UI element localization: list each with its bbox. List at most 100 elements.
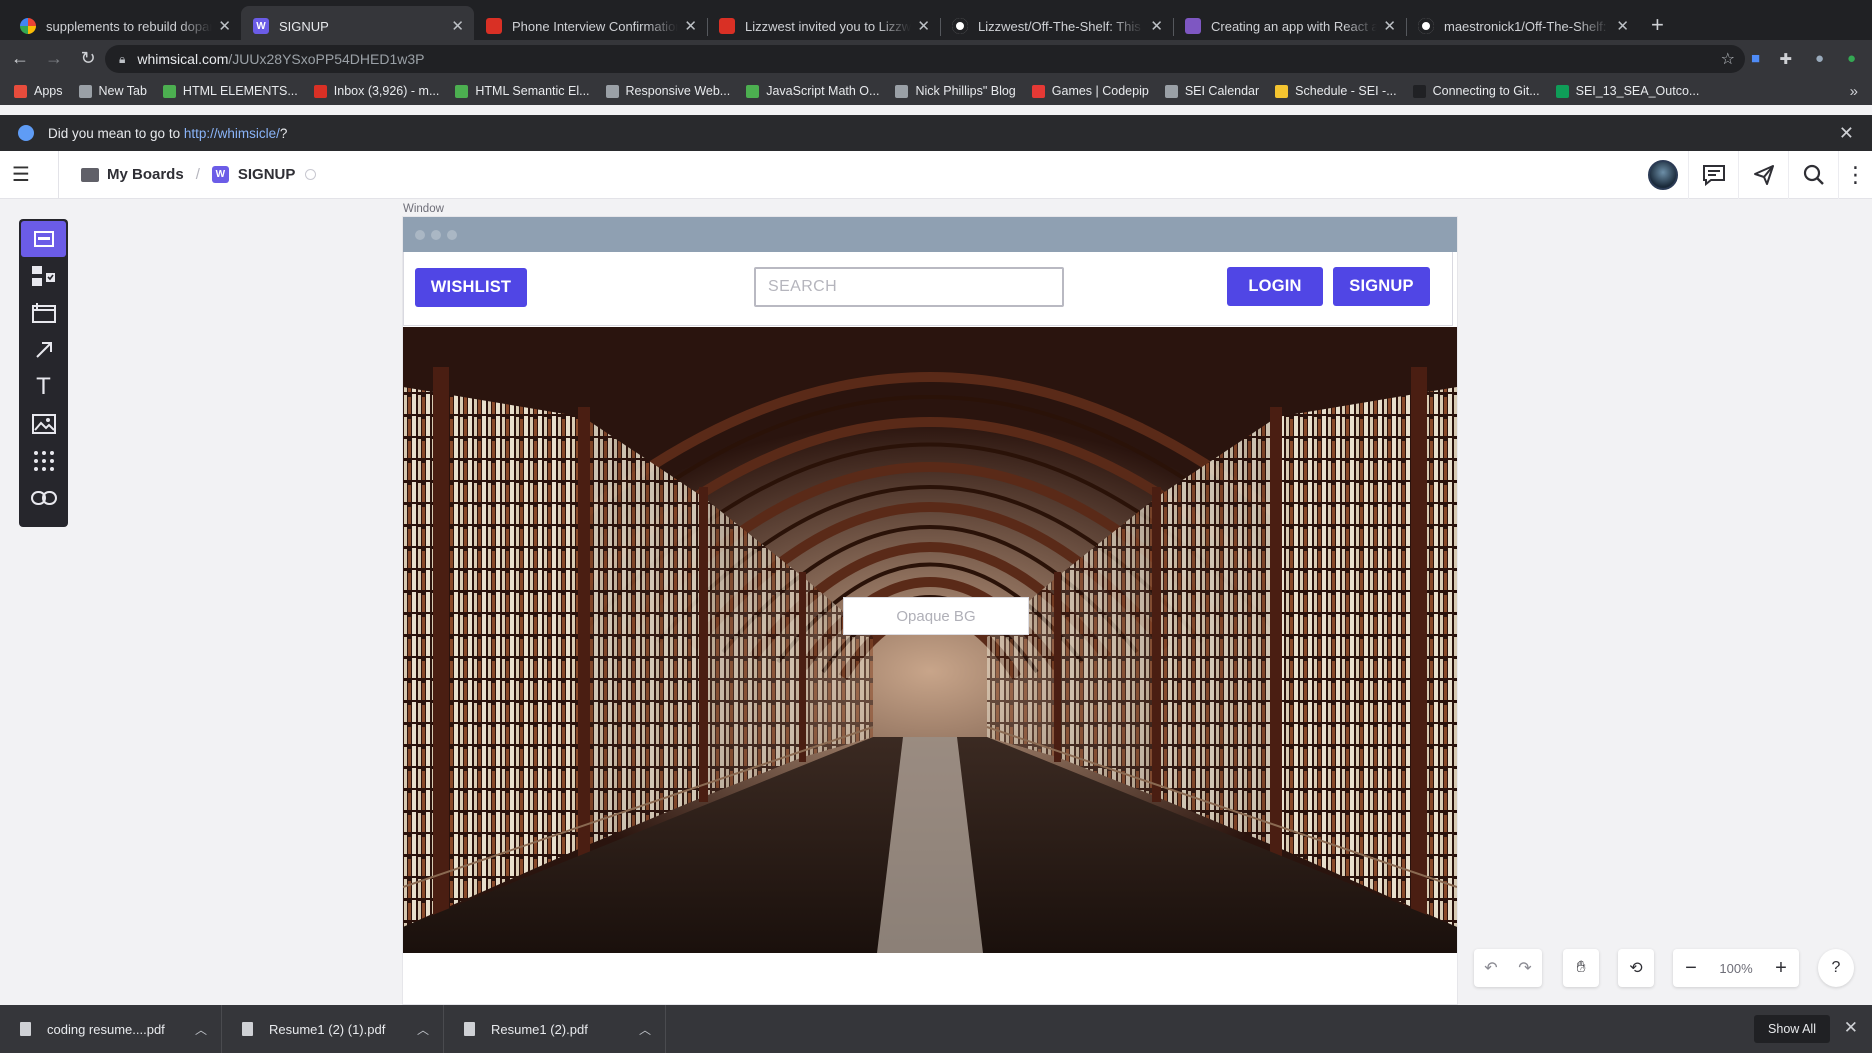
search-input[interactable]: SEARCH [754, 267, 1064, 307]
hand-tool-icon[interactable]: ✋︎ [1563, 949, 1599, 987]
puzzle-extensions-icon[interactable]: ✚ [1779, 50, 1792, 68]
breadcrumb-my-boards[interactable]: My Boards [107, 166, 184, 183]
window-dot-icon [447, 229, 457, 240]
bookmark-favicon-icon [1555, 84, 1569, 98]
bookmark-item[interactable]: Nick Phillips" Blog [895, 84, 1016, 98]
browser-toolbar: ← → ↻ 🔒︎ whimsical.com/JUUx28YSxoPP54DHE… [0, 40, 1872, 77]
bookmark-item[interactable]: HTML ELEMENTS... [162, 84, 298, 98]
close-tab-icon[interactable]: ✕ [218, 17, 231, 35]
new-tab-icon[interactable]: + [1651, 12, 1664, 38]
help-button[interactable]: ? [1818, 949, 1854, 987]
text-tool-icon[interactable]: T [21, 369, 66, 405]
bookmark-item[interactable]: SEI Calendar [1164, 84, 1260, 98]
close-tab-icon[interactable]: ✕ [917, 17, 930, 35]
comments-icon[interactable] [1688, 151, 1738, 199]
zoom-in-icon[interactable]: + [1763, 957, 1799, 980]
bookmark-label: HTML ELEMENTS... [182, 84, 298, 98]
divider [58, 150, 59, 199]
history-icon[interactable]: ⟲ [1618, 949, 1654, 987]
bookmark-item[interactable]: SEI_13_SEA_Outco... [1555, 84, 1699, 98]
tool-palette: T [19, 219, 68, 527]
back-icon[interactable]: ← [6, 48, 34, 69]
breadcrumb: My Boards / W SIGNUP [81, 166, 317, 183]
close-tab-icon[interactable]: ✕ [1383, 17, 1396, 35]
window-titlebar [403, 217, 1457, 252]
bookmark-favicon-icon [1164, 84, 1178, 98]
bookmark-item[interactable]: Connecting to Git... [1412, 84, 1540, 98]
suggested-url-link[interactable]: http://whimsicle/ [184, 126, 280, 141]
bookmark-star-icon[interactable]: ☆ [1721, 49, 1735, 69]
bookmark-item[interactable]: Schedule - SEI -... [1275, 84, 1397, 98]
wishlist-button[interactable]: WISHLIST [415, 268, 527, 307]
image-tool-icon[interactable] [21, 406, 66, 442]
tab-title: Lizzwest/Off-The-Shelf: This is [978, 18, 1145, 34]
bookmark-favicon-icon [313, 84, 327, 98]
undo-icon[interactable]: ↶ [1474, 958, 1508, 978]
window-dot-icon [431, 229, 441, 240]
globe-icon [18, 125, 34, 141]
search-icon[interactable] [1788, 151, 1838, 199]
user-avatar[interactable] [1638, 151, 1688, 199]
close-icon[interactable]: ✕ [1844, 1018, 1858, 1038]
address-bar[interactable]: 🔒︎ whimsical.com/JUUx28YSxoPP54DHED1w3P … [105, 45, 1745, 73]
link-tool-icon[interactable] [21, 480, 66, 516]
show-all-button[interactable]: Show All [1754, 1015, 1830, 1043]
board-title[interactable]: SIGNUP [238, 166, 296, 183]
chevron-up-icon[interactable]: ︿ [639, 1021, 651, 1038]
zoom-out-icon[interactable]: − [1673, 957, 1709, 980]
close-tab-icon[interactable]: ✕ [1616, 17, 1629, 35]
redo-icon[interactable]: ↷ [1508, 958, 1542, 978]
bookmark-label: Responsive Web... [625, 84, 731, 98]
bookmark-favicon-icon [14, 84, 27, 98]
reload-icon[interactable]: ↻ [74, 48, 102, 69]
wireframe-window[interactable]: WISHLIST SEARCH LOGIN SIGNUP Opaque BG [403, 217, 1457, 1004]
forward-icon[interactable]: → [40, 48, 68, 69]
opaque-bg-label[interactable]: Opaque BG [843, 597, 1029, 635]
zoom-controls: − 100% + [1673, 949, 1799, 987]
components-tool-icon[interactable] [21, 258, 66, 294]
lock-icon: 🔒︎ [119, 51, 126, 66]
bookmark-label: Schedule - SEI -... [1295, 84, 1397, 98]
signup-button[interactable]: SIGNUP [1333, 267, 1430, 306]
tab-title: SIGNUP [279, 18, 329, 34]
close-icon[interactable]: ✕ [1839, 123, 1854, 144]
more-bookmarks-icon[interactable]: » [1850, 83, 1858, 100]
file-icon [242, 1022, 253, 1036]
close-tab-icon[interactable]: ✕ [1150, 17, 1163, 35]
bookmarks-bar: Apps New Tab HTML ELEMENTS... Inbox (3,926)… [0, 77, 1872, 105]
login-button[interactable]: LOGIN [1227, 267, 1323, 306]
share-icon[interactable] [1738, 151, 1788, 199]
bookmark-label: Nick Phillips" Blog [915, 84, 1016, 98]
bookmark-label: SEI Calendar [1184, 84, 1260, 98]
bookmark-item[interactable]: JavaScript Math O... [746, 84, 879, 98]
zoom-level[interactable]: 100% [1709, 961, 1763, 976]
chevron-up-icon[interactable]: ︿ [417, 1021, 429, 1038]
bookmark-item[interactable]: Apps [14, 84, 63, 98]
sidebar-toggle-icon[interactable]: ☰ [12, 162, 40, 187]
download-item[interactable]: coding resume....pdf ︿ [0, 1005, 222, 1053]
bookmark-favicon-icon [746, 84, 760, 98]
bookmark-item[interactable]: Inbox (3,926) - m... [313, 84, 439, 98]
sync-icon[interactable]: ● [1847, 50, 1856, 67]
chevron-up-icon[interactable]: ︿ [195, 1021, 207, 1038]
bookmark-favicon-icon [162, 84, 176, 98]
saved-status-icon [305, 169, 317, 180]
close-tab-icon[interactable]: ✕ [451, 17, 464, 35]
download-item[interactable]: Resume1 (2) (1).pdf ︿ [222, 1005, 444, 1053]
bookmark-label: Connecting to Git... [1432, 84, 1540, 98]
arrow-tool-icon[interactable] [21, 332, 66, 368]
file-icon [464, 1022, 475, 1036]
profile-icon[interactable]: ● [1815, 50, 1824, 67]
bookmark-item[interactable]: Responsive Web... [605, 84, 731, 98]
bookmark-item[interactable]: New Tab [78, 84, 147, 98]
download-item[interactable]: Resume1 (2).pdf ︿ [444, 1005, 666, 1053]
bookmark-item[interactable]: Games | Codepip [1031, 84, 1149, 98]
close-tab-icon[interactable]: ✕ [684, 17, 697, 35]
more-menu-icon[interactable]: ⋮ [1838, 151, 1872, 199]
bookmark-item[interactable]: HTML Semantic El... [455, 84, 590, 98]
wireframe-tool-icon[interactable] [21, 221, 66, 257]
grid-apps-icon[interactable] [21, 443, 66, 479]
extension-icon[interactable]: ■ [1751, 50, 1760, 67]
frame-tool-icon[interactable] [21, 295, 66, 331]
bookmark-favicon-icon [455, 84, 469, 98]
